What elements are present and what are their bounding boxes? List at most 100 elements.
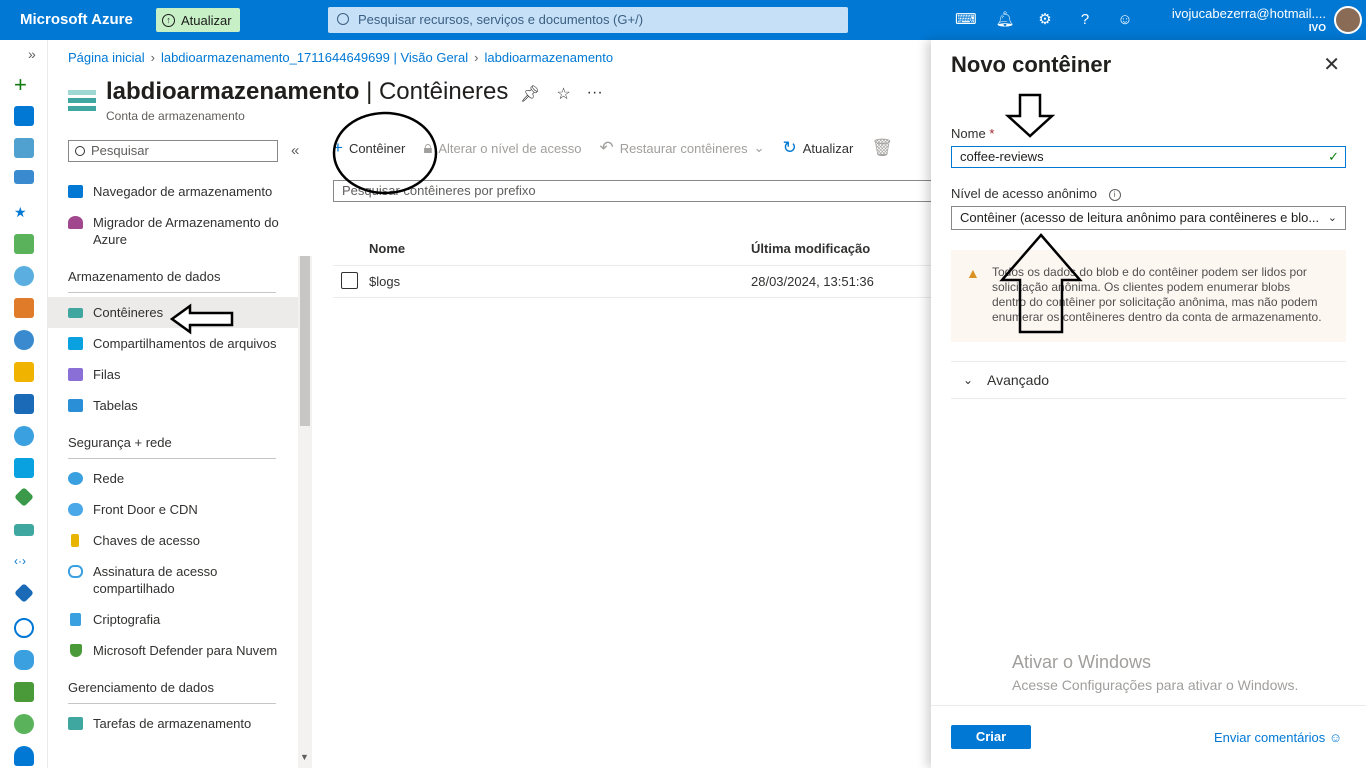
cost-management-icon[interactable] — [14, 714, 34, 734]
monitor-icon[interactable] — [14, 618, 34, 638]
name-label-text: Nome — [951, 126, 986, 141]
add-container-button[interactable]: + Contêiner — [333, 138, 405, 158]
collapse-menu-icon[interactable]: « — [291, 142, 299, 159]
gear-icon[interactable]: ⚙ — [1035, 10, 1055, 30]
advanced-label: Avançado — [987, 372, 1050, 388]
send-feedback-link[interactable]: Enviar comentários ☺ — [1214, 730, 1342, 745]
menu-item-queues[interactable]: Filas — [48, 359, 298, 390]
menu-item-tables[interactable]: Tabelas — [48, 390, 298, 421]
virtual-machines-icon[interactable] — [14, 458, 34, 478]
brand-title[interactable]: Microsoft Azure — [20, 11, 133, 28]
delete-button[interactable]: 🗑︎ — [871, 138, 893, 158]
all-resources-icon[interactable] — [14, 234, 34, 254]
cloud-shell-icon[interactable]: ⌨ — [955, 10, 977, 30]
container-name[interactable]: $logs — [369, 274, 751, 289]
plus-icon: + — [333, 138, 343, 157]
undo-icon: ↶ — [599, 138, 614, 157]
create-button[interactable]: Criar — [951, 725, 1031, 749]
column-header-modified[interactable]: Última modificação — [751, 241, 931, 256]
user-email: ivojucabezerra@hotmail.... — [1171, 6, 1326, 21]
page-subtitle: Conta de armazenamento — [106, 109, 245, 123]
name-field-label: Nome * — [951, 126, 994, 141]
scroll-down-icon[interactable]: ▼ — [300, 752, 309, 762]
resource-groups-icon[interactable] — [14, 266, 34, 286]
close-icon[interactable]: ✕ — [1323, 52, 1340, 77]
menu-item-containers[interactable]: Contêineres — [48, 297, 298, 328]
key-icon — [71, 534, 79, 547]
dashboard-icon[interactable] — [14, 138, 34, 158]
row-checkbox[interactable] — [341, 271, 358, 289]
menu-item-file-shares[interactable]: Compartilhamentos de arquivos — [48, 328, 298, 359]
chevron-down-icon: ⌄ — [1327, 212, 1337, 224]
menu-item-storage-migrator[interactable]: Migrador de Armazenamento do Azure — [48, 207, 298, 255]
favorites-icon[interactable]: ★ — [14, 204, 34, 224]
load-balancer-icon[interactable] — [14, 487, 34, 507]
tables-icon — [68, 399, 83, 412]
avatar[interactable] — [1334, 6, 1362, 34]
breadcrumb-overview[interactable]: labdioarmazenamento_1711644649699 | Visã… — [161, 50, 468, 65]
help-icon[interactable]: ? — [1075, 10, 1095, 30]
entra-id-icon[interactable] — [14, 583, 34, 603]
cloud-icon — [68, 503, 83, 516]
menu-item-sas[interactable]: Assinatura de acesso compartilhado — [48, 556, 298, 604]
sql-database-icon[interactable] — [14, 394, 34, 414]
defender-icon[interactable] — [14, 682, 34, 702]
home-icon[interactable] — [14, 106, 34, 126]
command-bar: + Contêiner 🔒︎ Alterar o nível de acesso… — [333, 138, 893, 158]
more-icon[interactable]: ··· — [587, 84, 603, 104]
pin-icon[interactable]: 📌︎ — [520, 84, 540, 104]
scrollbar-thumb[interactable] — [300, 256, 310, 426]
menu-item-label: Rede — [93, 471, 125, 486]
storage-accounts-icon[interactable] — [14, 524, 34, 536]
menu-item-front-door[interactable]: Front Door e CDN — [48, 494, 298, 525]
change-access-level-button[interactable]: 🔒︎ Alterar o nível de acesso — [423, 138, 581, 158]
page-title: labdioarmazenamento | Contêineres — [106, 78, 508, 106]
advisor-icon[interactable] — [14, 650, 34, 670]
expand-rail-icon[interactable]: » — [28, 46, 36, 62]
bell-icon[interactable]: 🔔︎ — [995, 10, 1015, 30]
function-app-icon[interactable] — [14, 362, 34, 382]
link-icon — [68, 565, 83, 578]
help-support-icon[interactable] — [14, 746, 34, 766]
breadcrumb: Página inicial › labdioarmazenamento_171… — [68, 50, 614, 65]
menu-item-storage-tasks[interactable]: Tarefas de armazenamento — [48, 708, 298, 739]
star-icon[interactable]: ☆ — [556, 84, 570, 104]
menu-search-input[interactable]: Pesquisar — [68, 140, 278, 162]
add-container-label: Contêiner — [348, 140, 406, 156]
container-filter-input[interactable]: Pesquisar contêineres por prefixo — [333, 180, 933, 202]
virtual-networks-icon[interactable]: ‹·› — [14, 554, 34, 574]
breadcrumb-home[interactable]: Página inicial — [68, 50, 145, 65]
menu-item-label: Chaves de acesso — [93, 533, 200, 548]
all-services-icon[interactable] — [14, 170, 34, 184]
quickstart-icon[interactable] — [14, 298, 34, 318]
restore-containers-button[interactable]: ↶ Restaurar contêineres ⌄ — [599, 138, 764, 158]
global-search-input[interactable]: Pesquisar recursos, serviços e documento… — [328, 7, 848, 33]
user-account[interactable]: ivojucabezerra@hotmail.... IVO — [1172, 6, 1326, 36]
info-icon[interactable]: i — [1108, 188, 1121, 201]
menu-item-access-keys[interactable]: Chaves de acesso — [48, 525, 298, 556]
create-resource-icon[interactable]: + — [14, 74, 34, 96]
menu-item-label: Assinatura de acesso compartilhado — [93, 564, 218, 596]
advanced-section-toggle[interactable]: ⌄ Avançado — [951, 361, 1346, 399]
access-level-select[interactable]: Contêiner (acesso de leitura anônimo par… — [951, 206, 1346, 230]
menu-scrollbar[interactable] — [298, 256, 312, 768]
feedback-icon[interactable]: ☺ — [1115, 10, 1135, 30]
container-name-input[interactable]: coffee-reviews ✓ — [951, 146, 1346, 168]
panel-title: Novo contêiner — [951, 52, 1112, 77]
chevron-down-icon: ⌄ — [963, 373, 974, 387]
menu-item-encryption[interactable]: Criptografia — [48, 604, 298, 635]
column-header-name[interactable]: Nome — [369, 241, 751, 256]
breadcrumb-storage[interactable]: labdioarmazenamento — [484, 50, 613, 65]
chevron-down-icon: ⌄ — [753, 140, 765, 155]
cosmos-db-icon[interactable] — [14, 426, 34, 446]
refresh-button[interactable]: ↻ Atualizar — [783, 138, 854, 158]
containers-table: Nome Última modificação $logs 28/03/2024… — [333, 232, 933, 298]
menu-item-networking[interactable]: Rede — [48, 463, 298, 494]
table-header: Nome Última modificação — [333, 232, 933, 266]
user-org: IVO — [1308, 23, 1326, 34]
menu-item-storage-browser[interactable]: Navegador de armazenamento — [48, 176, 298, 207]
upgrade-button[interactable]: ↑ Atualizar — [156, 8, 240, 32]
table-row[interactable]: $logs 28/03/2024, 13:51:36 — [333, 266, 933, 298]
app-services-icon[interactable] — [14, 330, 34, 350]
menu-item-defender[interactable]: Microsoft Defender para Nuvem — [48, 635, 298, 666]
